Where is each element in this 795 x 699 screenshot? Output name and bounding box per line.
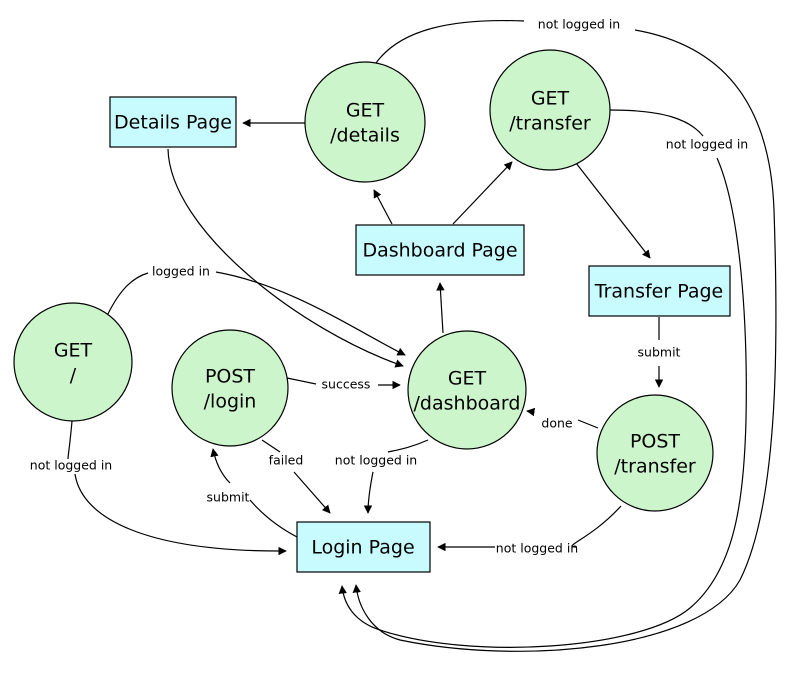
edge-label-not-logged-in-top: not logged in [538, 17, 620, 32]
edge-post-login-to-get-dashboard [286, 378, 400, 385]
nodes-layer: GET /details GET /transfer GET / POST /l… [13, 49, 731, 573]
node-details-page-box[interactable] [109, 96, 237, 148]
node-post-login-circle[interactable] [171, 329, 289, 447]
node-dashboard-page-box[interactable] [355, 224, 525, 276]
node-get-dashboard-circle[interactable] [407, 330, 527, 450]
edge-label-failed: failed [269, 453, 304, 468]
node-get-transfer-circle[interactable] [489, 49, 611, 171]
node-get-root[interactable]: GET / [13, 302, 133, 422]
edge-label-not-logged-in-mid: not logged in [335, 453, 417, 468]
node-post-transfer[interactable]: POST /transfer [596, 394, 714, 512]
edge-label-not-logged-in-right: not logged in [666, 137, 748, 152]
node-get-transfer[interactable]: GET /transfer [489, 49, 611, 171]
edge-get-dashboard-to-login-page [368, 439, 429, 513]
edge-label-logged-in: logged in [152, 264, 210, 279]
edge-label-not-logged-in-bottom: not logged in [496, 541, 578, 556]
edge-label-success: success [322, 377, 371, 392]
edge-get-transfer-to-transfer-page [575, 162, 651, 259]
edge-post-transfer-to-login-page [438, 505, 622, 547]
node-transfer-page-box[interactable] [588, 265, 731, 317]
state-diagram-canvas: not logged in not logged in logged in su… [0, 0, 795, 699]
node-get-root-circle[interactable] [13, 302, 133, 422]
state-diagram-svg: not logged in not logged in logged in su… [13, 17, 777, 652]
node-post-transfer-circle[interactable] [596, 394, 714, 512]
edge-label-submit-transfer: submit [638, 345, 681, 360]
edge-login-page-to-post-login [213, 449, 298, 538]
node-get-dashboard[interactable]: GET /dashboard [407, 330, 527, 450]
node-post-login[interactable]: POST /login [171, 329, 289, 447]
edge-post-login-to-login-page [261, 439, 330, 513]
edge-dashboard-page-to-get-details [373, 189, 393, 225]
edge-post-transfer-to-get-dashboard [527, 411, 599, 429]
node-get-details-circle[interactable] [304, 61, 426, 183]
node-transfer-page[interactable]: Transfer Page [588, 265, 731, 317]
edge-get-dashboard-to-dashboard-page [436, 282, 445, 334]
edge-label-submit-login: submit [207, 490, 250, 505]
edge-label-not-logged-in-left: not logged in [30, 458, 112, 473]
node-get-details[interactable]: GET /details [304, 61, 426, 183]
node-login-page[interactable]: Login Page [296, 521, 431, 573]
edge-dashboard-page-to-get-transfer [452, 161, 513, 225]
edge-label-done: done [541, 416, 573, 431]
node-dashboard-page[interactable]: Dashboard Page [355, 224, 525, 276]
node-login-page-box[interactable] [296, 521, 431, 573]
node-details-page[interactable]: Details Page [109, 96, 237, 148]
